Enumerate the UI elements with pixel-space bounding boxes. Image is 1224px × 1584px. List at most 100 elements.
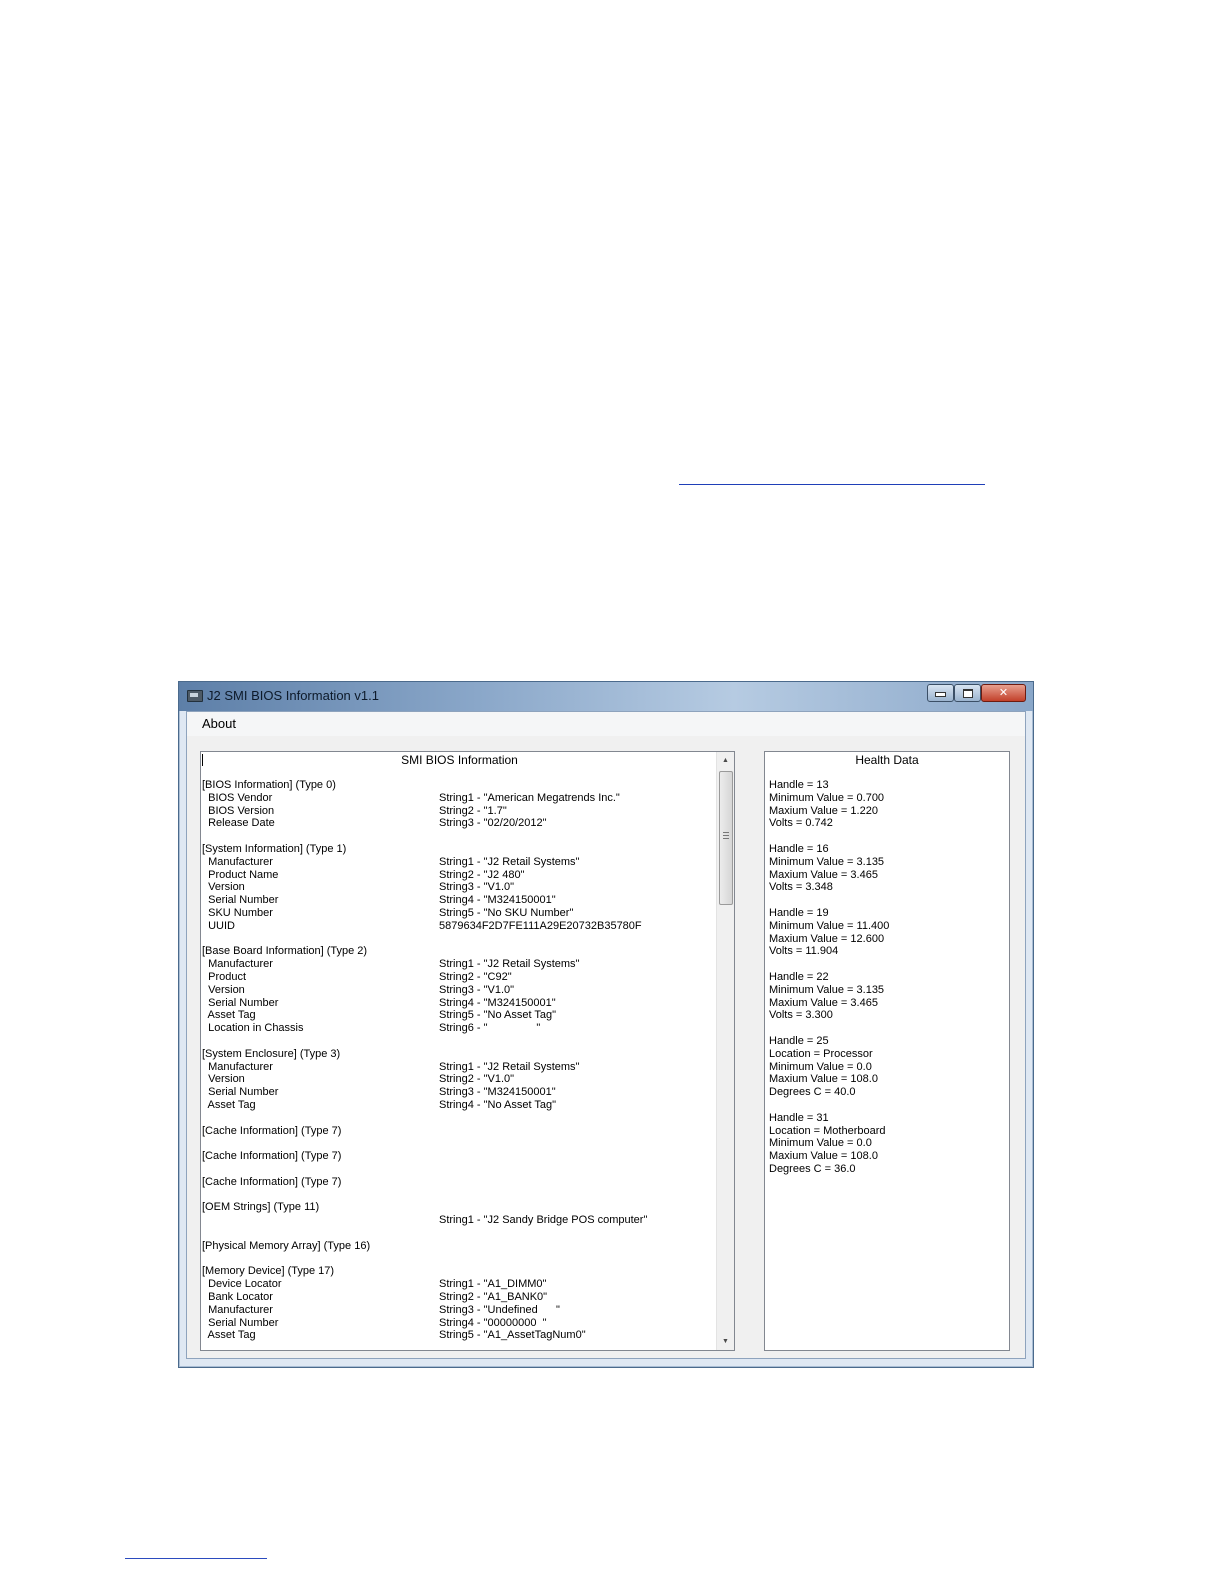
bios-line-label: Serial Number <box>202 1316 279 1329</box>
bios-line-label: [Physical Memory Array] (Type 16) <box>202 1239 371 1252</box>
maximize-button[interactable] <box>954 684 981 702</box>
bios-line-label: Manufacturer <box>202 855 273 868</box>
bios-line-value: String3 - "Undefined " <box>439 1303 560 1316</box>
health-line: Volts = 0.742 <box>769 817 833 830</box>
close-button[interactable]: ✕ <box>981 684 1026 702</box>
health-line: Maxium Value = 3.465 <box>769 868 878 881</box>
health-line: Handle = 25 <box>769 1035 829 1047</box>
health-line: Handle = 19 <box>769 907 829 919</box>
health-line: Minimum Value = 0.0 <box>769 1137 872 1150</box>
title-bar[interactable]: J2 SMI BIOS Information v1.1 ✕ <box>179 682 1033 711</box>
bios-line-label: Manufacturer <box>202 1303 273 1316</box>
scroll-up-icon[interactable]: ▲ <box>717 752 734 769</box>
health-line: Handle = 16 <box>769 843 829 855</box>
scrollbar-thumb[interactable] <box>719 771 733 905</box>
bios-line-label: [System Information] (Type 1) <box>202 843 347 855</box>
menu-item-about[interactable]: About <box>202 716 236 731</box>
bios-line-label: [Cache Information] (Type 7) <box>202 1124 342 1137</box>
bios-line-value: String1 - "J2 Retail Systems" <box>439 1060 580 1073</box>
app-icon[interactable] <box>187 690 203 702</box>
bios-line-value: String4 - "00000000 " <box>439 1316 547 1329</box>
menu-bar: About <box>187 712 1025 736</box>
bios-line-value: String5 - "A1_AssetTagNum0" <box>439 1329 586 1342</box>
health-line: Maxium Value = 3.465 <box>769 996 878 1009</box>
bios-line-label: Version <box>202 881 245 894</box>
vertical-scrollbar[interactable]: ▲ ▼ <box>716 752 734 1350</box>
bios-line-value: String2 - "J2 480" <box>439 868 525 881</box>
bios-line-label: [OEM Strings] (Type 11) <box>202 1201 320 1214</box>
bios-info-textbox[interactable]: SMI BIOS Information [BIOS Information] … <box>200 751 735 1351</box>
link-underline[interactable] <box>679 484 985 485</box>
bios-panel-title: SMI BIOS Information <box>401 753 518 767</box>
health-line: Degrees C = 36.0 <box>769 1163 856 1175</box>
health-line: Minimum Value = 3.135 <box>769 855 885 868</box>
bios-line-label: Serial Number <box>202 894 279 907</box>
bios-line-label: BIOS Vendor <box>202 791 273 804</box>
bios-line-value: String3 - "V1.0" <box>439 881 515 894</box>
health-line: Minimum Value = 0.700 <box>769 791 885 804</box>
bios-line-value: 5879634F2D7FE111A29E20732B35780F <box>439 919 642 932</box>
bios-line-label: [BIOS Information] (Type 0) <box>202 779 336 791</box>
bios-line-label: [Memory Device] (Type 17) <box>202 1265 335 1278</box>
health-line: Handle = 31 <box>769 1111 829 1124</box>
bios-line-value: String1 - "J2 Retail Systems" <box>439 855 580 868</box>
bios-line-value: String4 - "M324150001" <box>439 996 556 1009</box>
bios-line-label: Product Name <box>202 868 279 881</box>
bios-line-label: Serial Number <box>202 1086 279 1099</box>
bios-line-value: String3 - "M324150001" <box>439 1086 556 1099</box>
bios-line-label: Location in Chassis <box>202 1022 304 1035</box>
bios-line-label: Bank Locator <box>202 1291 273 1303</box>
scroll-down-icon[interactable]: ▼ <box>717 1333 734 1350</box>
bios-line-label: [Cache Information] (Type 7) <box>202 1175 342 1188</box>
health-line: Minimum Value = 0.0 <box>769 1060 872 1073</box>
bios-line-label: Manufacturer <box>202 958 273 971</box>
bios-line-label: [System Enclosure] (Type 3) <box>202 1047 341 1060</box>
bios-line-label: Version <box>202 1073 245 1086</box>
health-data-textbox[interactable]: Health Data Handle = 13 Minimum Value = 0… <box>764 751 1010 1351</box>
health-line: Minimum Value = 11.400 <box>769 919 890 932</box>
bios-line-value: String3 - "V1.0" <box>439 983 515 996</box>
health-panel-title: Health Data <box>855 753 919 767</box>
bios-line-label: Asset Tag <box>202 1009 256 1022</box>
bios-line-label: Serial Number <box>202 996 279 1009</box>
bios-line-value: String1 - "American Megatrends Inc." <box>439 791 620 804</box>
bios-line-value: String3 - "02/20/2012" <box>439 817 547 830</box>
bios-line-label: Release Date <box>202 817 275 830</box>
bios-line-label: Product <box>202 971 247 983</box>
close-icon: ✕ <box>998 687 1009 699</box>
footnote-rule <box>125 1558 267 1559</box>
bios-line-value: String4 - "No Asset Tag" <box>439 1099 557 1111</box>
bios-line-label: BIOS Version <box>202 804 275 817</box>
health-line: Location = Motherboard <box>769 1124 886 1137</box>
health-line: Maxium Value = 108.0 <box>769 1073 878 1086</box>
bios-line-value: String4 - "M324150001" <box>439 894 556 907</box>
bios-line-label: Version <box>202 983 245 996</box>
bios-line-value: String1 - "J2 Sandy Bridge POS computer" <box>439 1214 648 1227</box>
health-line: Volts = 3.300 <box>769 1009 833 1022</box>
client-area: About SMI BIOS Information [BIOS Informa… <box>186 711 1026 1359</box>
bios-line-value: String2 - "A1_BANK0" <box>439 1291 548 1303</box>
bios-line-value: String2 - "C92" <box>439 971 512 983</box>
minimize-button[interactable] <box>927 684 954 702</box>
bios-line-label: [Cache Information] (Type 7) <box>202 1150 342 1163</box>
app-window: J2 SMI BIOS Information v1.1 ✕ About SMI… <box>178 681 1034 1368</box>
health-line: Location = Processor <box>769 1047 873 1060</box>
health-line: Handle = 13 <box>769 779 829 791</box>
bios-line-label: Asset Tag <box>202 1099 256 1111</box>
grip-icon <box>723 832 729 840</box>
health-line: Maxium Value = 1.220 <box>769 804 878 817</box>
health-line: Handle = 22 <box>769 971 829 983</box>
bios-line-value: String2 - "V1.0" <box>439 1073 515 1086</box>
health-line: Maxium Value = 108.0 <box>769 1150 878 1163</box>
health-line: Volts = 11.904 <box>769 945 839 958</box>
health-line: Minimum Value = 3.135 <box>769 983 885 996</box>
health-line: Volts = 3.348 <box>769 881 833 894</box>
bios-line-label: Device Locator <box>202 1278 282 1291</box>
bios-line-value: String5 - "No Asset Tag" <box>439 1009 557 1022</box>
bios-line-value: String5 - "No SKU Number" <box>439 907 574 919</box>
bios-line-label: Asset Tag <box>202 1329 256 1342</box>
bios-line-label: Manufacturer <box>202 1060 273 1073</box>
window-title: J2 SMI BIOS Information v1.1 <box>207 688 379 703</box>
bios-line-value: String2 - "1.7" <box>439 804 507 817</box>
bios-line-value: String1 - "J2 Retail Systems" <box>439 958 580 971</box>
